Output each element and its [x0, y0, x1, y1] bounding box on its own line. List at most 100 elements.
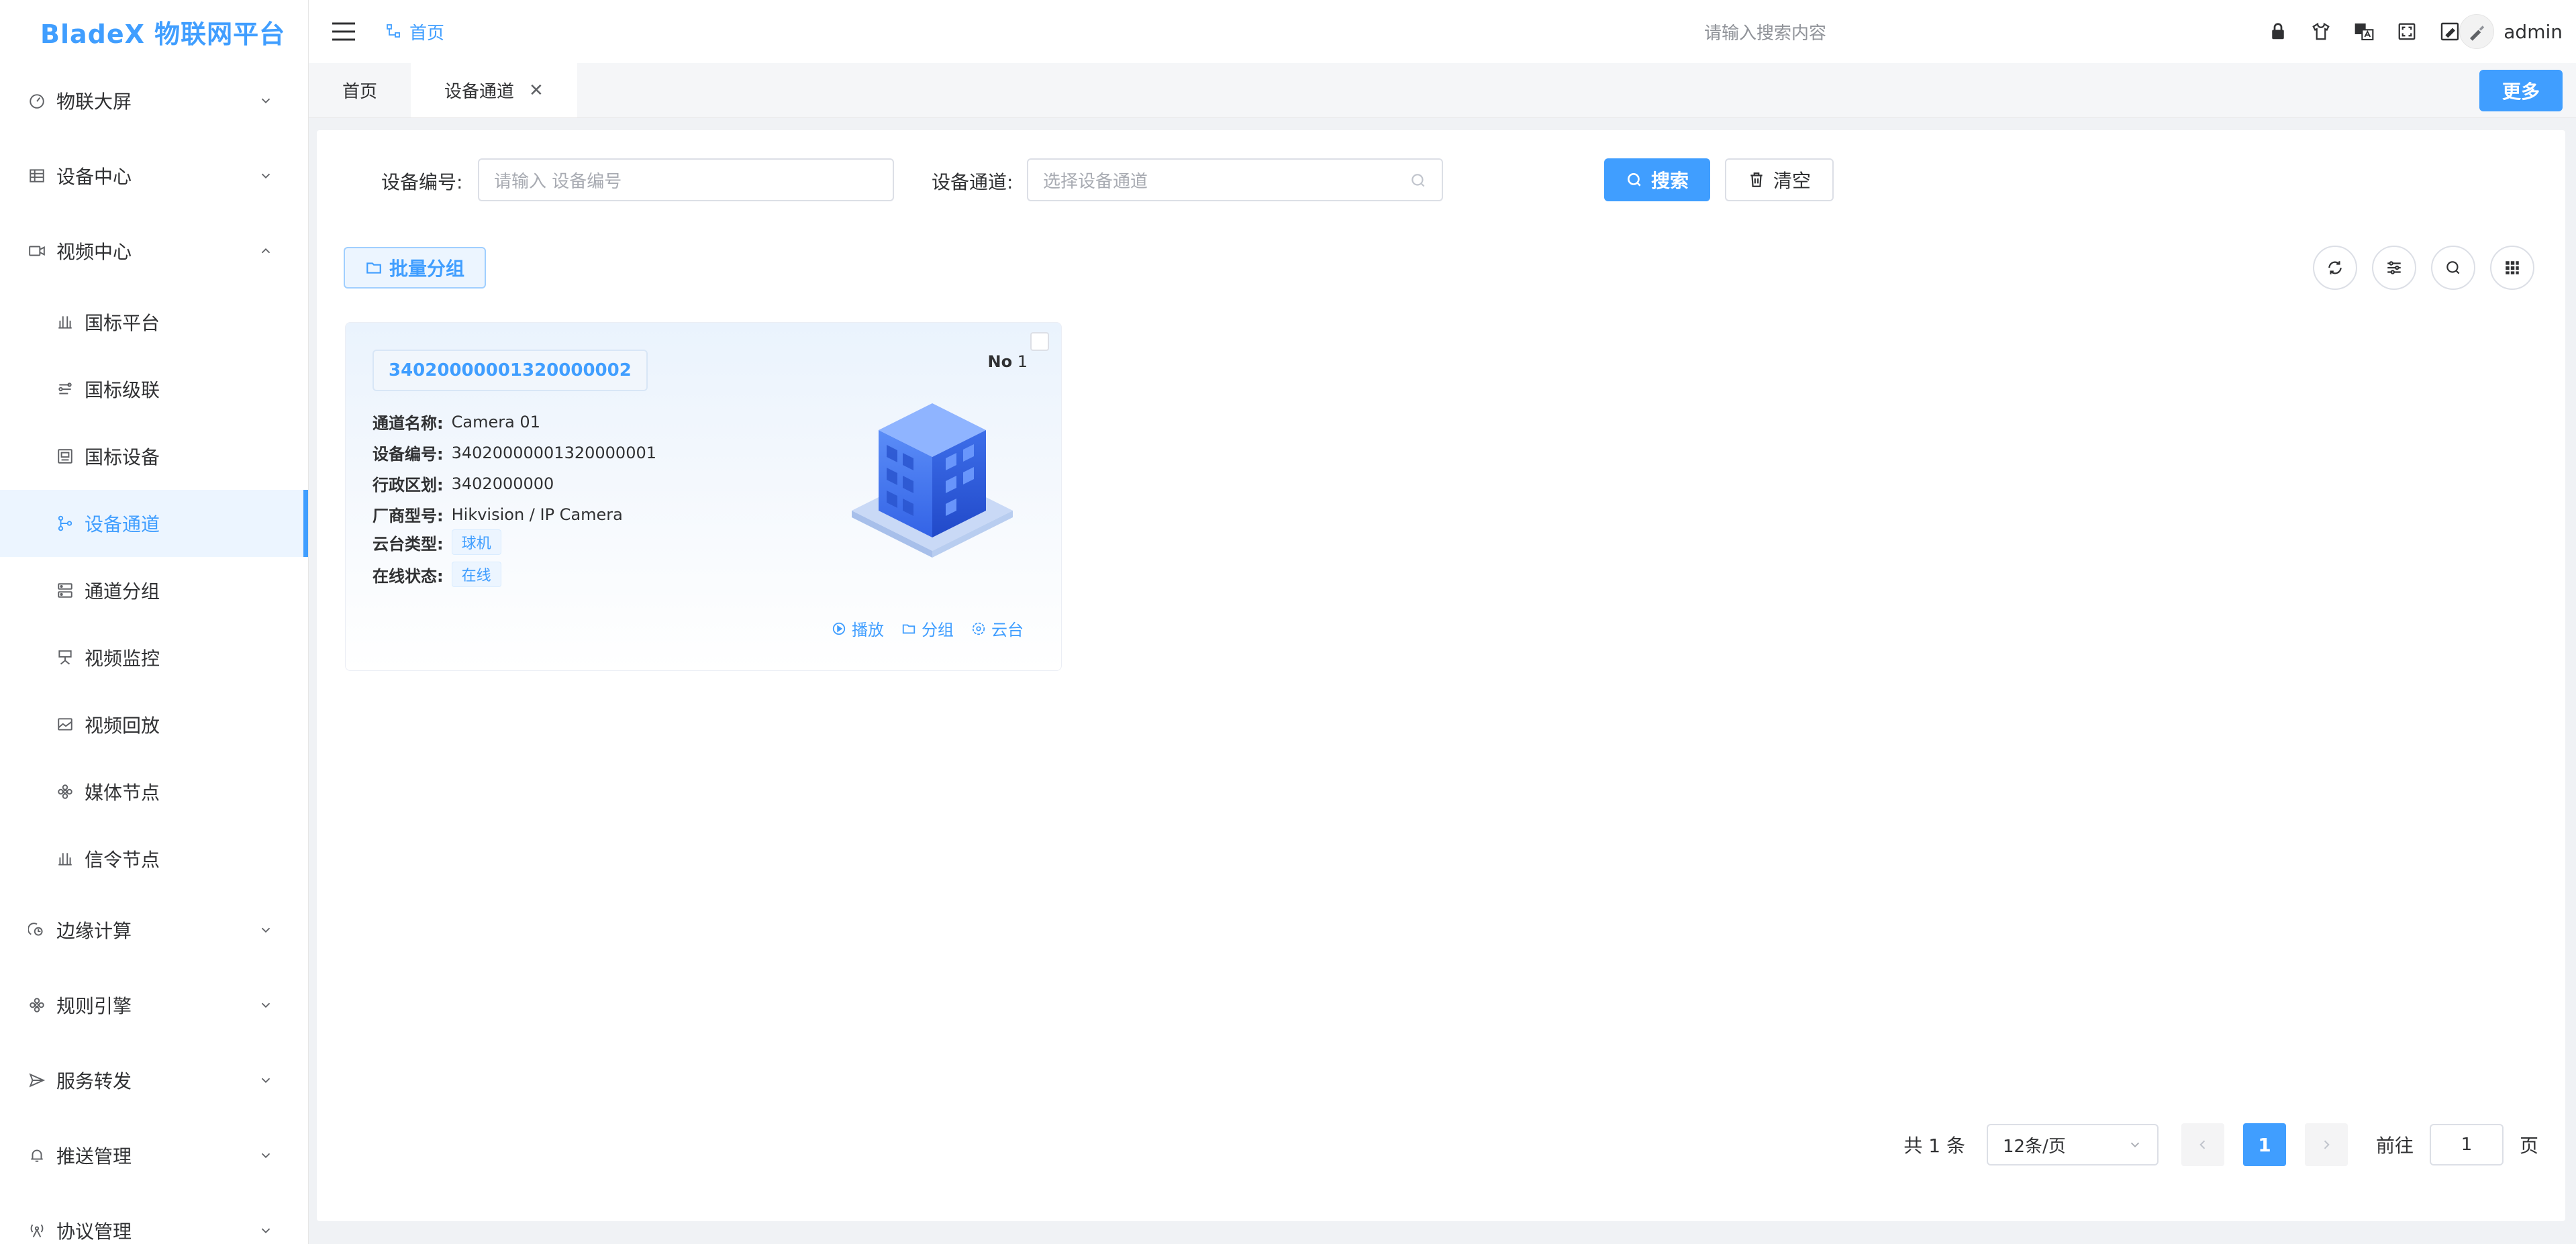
field-online-status: 在线状态: 在线	[373, 562, 501, 587]
sidebar-item-gb-cascade[interactable]: 国标级联	[0, 356, 308, 423]
sidebar-item-label: 通道分组	[85, 580, 160, 603]
sidebar-item-signal-node[interactable]: 信令节点	[0, 825, 308, 892]
group-label: 分组	[922, 621, 954, 639]
device-no-input[interactable]: 请输入 设备编号	[478, 158, 894, 201]
card-select-checkbox[interactable]	[1030, 332, 1049, 351]
sidebar-item-push-manage[interactable]: 推送管理	[0, 1118, 308, 1193]
sidebar-item-video-monitor[interactable]: 视频监控	[0, 624, 308, 691]
tab-bar: 首页 设备通道 ✕ 更多	[309, 63, 2576, 118]
channel-placeholder: 选择设备通道	[1043, 171, 1148, 192]
play-action[interactable]: 播放	[832, 617, 884, 640]
app-logo[interactable]: BladeX 物联网平台	[0, 0, 308, 63]
video-icon	[27, 241, 47, 261]
tab-home[interactable]: 首页	[309, 63, 411, 117]
image-icon[interactable]	[2438, 19, 2462, 44]
lock-icon[interactable]	[2266, 19, 2290, 44]
channel-card[interactable]: 34020000001320000002 No 1 通道名称: Camera 0…	[345, 322, 1062, 671]
field-key: 行政区划:	[373, 476, 444, 495]
batch-group-label: 批量分组	[389, 258, 465, 280]
table-icon	[27, 166, 47, 186]
clear-button[interactable]: 清空	[1725, 158, 1834, 201]
sidebar-item-label: 国标平台	[85, 312, 160, 334]
folder-icon	[901, 621, 916, 636]
card-number-prefix: No	[987, 352, 1013, 371]
field-key: 在线状态:	[373, 566, 444, 586]
sidebar-item-media-node[interactable]: 媒体节点	[0, 758, 308, 825]
sidebar-item-video-center[interactable]: 视频中心	[0, 213, 308, 289]
breadcrumb-home-icon	[385, 23, 403, 40]
ptz-action[interactable]: 云台	[971, 617, 1024, 640]
play-icon	[832, 621, 846, 636]
sidebar-item-rule-engine[interactable]: 规则引擎	[0, 968, 308, 1043]
sidebar-item-label: 视频回放	[85, 715, 160, 737]
sidebar-item-gb-platform[interactable]: 国标平台	[0, 289, 308, 356]
next-page-button[interactable]	[2304, 1123, 2348, 1166]
search-button[interactable]: 搜索	[1604, 158, 1711, 201]
sidebar-item-label: 设备中心	[56, 166, 132, 188]
user-menu[interactable]: admin	[2459, 14, 2563, 49]
channel-id-badge[interactable]: 34020000001320000002	[373, 350, 648, 391]
chevron-down-icon	[257, 92, 275, 109]
sidebar-item-gb-device[interactable]: 国标设备	[0, 423, 308, 490]
sidebar-item-label: 设备通道	[85, 513, 160, 535]
field-key: 厂商型号:	[373, 507, 444, 525]
prev-page-button[interactable]	[2181, 1123, 2224, 1166]
page-number-current[interactable]: 1	[2242, 1123, 2286, 1166]
translate-icon[interactable]	[2352, 19, 2376, 44]
batch-group-button[interactable]: 批量分组	[344, 247, 487, 289]
sidebar-item-device-channel[interactable]: 设备通道	[0, 490, 308, 557]
sidebar-item-iot-screen[interactable]: 物联大屏	[0, 63, 308, 138]
group-action[interactable]: 分组	[901, 617, 954, 640]
flower-icon	[55, 782, 75, 802]
chevron-down-icon	[257, 1222, 275, 1239]
play-label: 播放	[852, 621, 884, 639]
global-search-input[interactable]: 请输入搜索内容	[1631, 19, 1899, 44]
device-no-label: 设备编号:	[381, 171, 463, 193]
building-illustration	[845, 397, 1020, 571]
sidebar-item-channel-group[interactable]: 通道分组	[0, 557, 308, 624]
tab-label: 设备通道	[444, 82, 515, 102]
more-button[interactable]: 更多	[2479, 70, 2563, 111]
sidebar-item-protocol-manage[interactable]: 协议管理	[0, 1193, 308, 1244]
chevron-down-icon	[2128, 1137, 2142, 1152]
page-size-select[interactable]: 12条/页	[1986, 1124, 2159, 1165]
filter-settings-icon[interactable]	[2372, 246, 2416, 290]
ptz-icon	[971, 621, 986, 636]
close-icon[interactable]: ✕	[529, 81, 544, 101]
folder-icon	[365, 259, 383, 276]
sidebar-item-label: 推送管理	[56, 1145, 132, 1168]
header-toolbar	[2266, 19, 2462, 44]
sidebar-item-label: 信令节点	[85, 849, 160, 871]
menu-toggle-icon[interactable]	[329, 17, 358, 46]
sidebar-item-edge-compute[interactable]: 边缘计算	[0, 892, 308, 968]
chevron-up-icon	[257, 242, 275, 260]
goto-page-input[interactable]: 1	[2429, 1124, 2504, 1165]
monitor-icon	[55, 647, 75, 668]
field-ptz-type: 云台类型: 球机	[373, 529, 501, 555]
shirt-icon[interactable]	[2309, 19, 2333, 44]
sidebar-item-service-forward[interactable]: 服务转发	[0, 1043, 308, 1118]
search-icon[interactable]	[2431, 246, 2475, 290]
tab-device-channel[interactable]: 设备通道 ✕	[411, 63, 577, 117]
sidebar-item-video-playback[interactable]: 视频回放	[0, 691, 308, 758]
ptz-label: 云台	[991, 621, 1024, 639]
sidebar-item-device-center[interactable]: 设备中心	[0, 138, 308, 213]
channel-select-input[interactable]: 选择设备通道	[1027, 158, 1443, 201]
field-value: 34020000001320000001	[451, 443, 656, 462]
sidebar-item-label: 规则引擎	[56, 995, 132, 1017]
search-icon	[1626, 171, 1643, 189]
channel-label: 设备通道:	[932, 171, 1013, 193]
cascade-icon	[55, 379, 75, 399]
chevron-down-icon	[257, 1147, 275, 1164]
field-key: 通道名称:	[373, 414, 444, 433]
page-suffix: 页	[2519, 1135, 2538, 1157]
grid-icon[interactable]	[2490, 246, 2534, 290]
card-actions: 播放 分组 云台	[832, 617, 1024, 640]
fullscreen-icon[interactable]	[2395, 19, 2419, 44]
sidebar-item-label: 服务转发	[56, 1070, 132, 1092]
refresh-icon[interactable]	[2313, 246, 2357, 290]
antenna-icon	[27, 1221, 47, 1241]
platform-icon	[55, 312, 75, 332]
goto-label: 前往	[2375, 1135, 2414, 1157]
breadcrumb[interactable]: 首页	[385, 19, 444, 44]
